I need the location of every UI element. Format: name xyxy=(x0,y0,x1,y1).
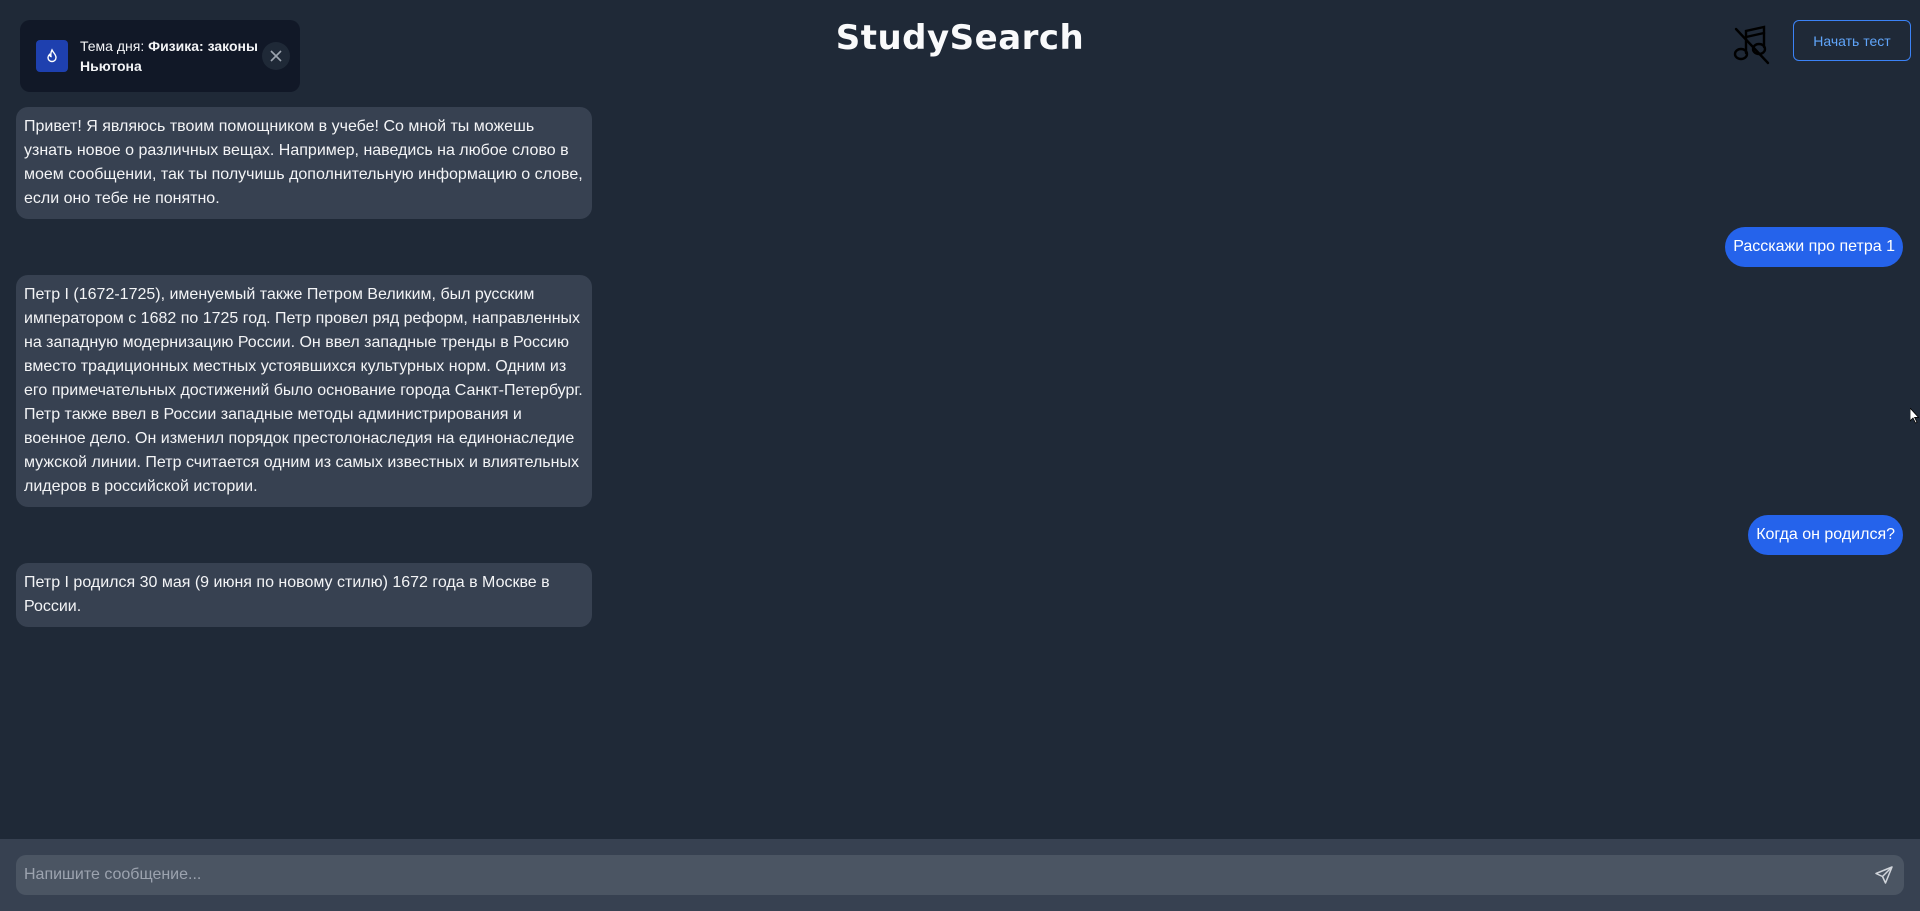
message-input-wrapper xyxy=(16,855,1904,895)
send-icon xyxy=(1875,866,1893,884)
assistant-message: Петр I родился 30 мая (9 июня по новому … xyxy=(16,563,592,627)
music-toggle-button[interactable] xyxy=(1730,22,1774,66)
mouse-cursor-icon xyxy=(1910,408,1920,424)
assistant-message: Петр I (1672-1725), именуемый также Петр… xyxy=(16,275,592,507)
start-test-button[interactable]: Начать тест xyxy=(1793,20,1911,61)
music-off-icon xyxy=(1733,25,1770,65)
user-message: Когда он родился? xyxy=(1748,515,1903,555)
app-logo: StudySearch xyxy=(835,18,1085,58)
composer-bar xyxy=(0,839,1920,911)
user-message: Расскажи про петра 1 xyxy=(1725,227,1903,267)
message-input[interactable] xyxy=(16,855,1904,895)
send-button[interactable] xyxy=(1870,861,1898,889)
assistant-message: Привет! Я являюсь твоим помощником в уче… xyxy=(16,107,592,219)
